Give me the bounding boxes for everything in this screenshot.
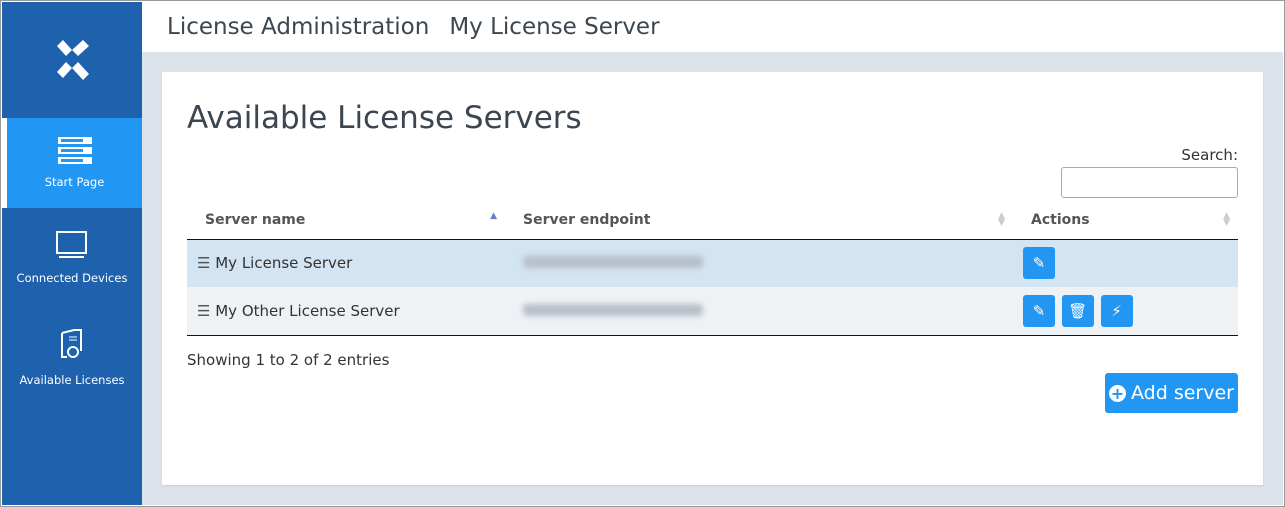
delete-button[interactable]: 🗑 <box>1061 294 1094 327</box>
servers-card: Available License Servers Search: Server… <box>162 72 1263 485</box>
sidebar-item-label: Connected Devices <box>16 271 128 285</box>
header: License Administration My License Server <box>142 2 1283 52</box>
server-endpoint-redacted <box>523 303 703 316</box>
server-endpoint-redacted <box>523 256 703 269</box>
page-title: Available License Servers <box>187 100 582 136</box>
sidebar-item-connected-devices[interactable]: Connected Devices <box>2 208 142 308</box>
content-area: Available License Servers Search: Server… <box>142 52 1283 505</box>
column-header-actions[interactable]: Actions ▲ ▼ <box>1013 202 1238 240</box>
sidebar-item-label: Start Page <box>44 175 105 189</box>
plus-circle-icon: + <box>1109 383 1126 403</box>
server-name: My Other License Server <box>215 301 400 320</box>
sidebar: Start Page Connected Devices Available L… <box>2 2 142 505</box>
column-header-server-endpoint[interactable]: Server endpoint ▲ ▼ <box>505 202 1013 240</box>
search-input[interactable] <box>1061 167 1238 198</box>
logo-icon <box>57 40 89 80</box>
column-header-server-name[interactable]: Server name ▲ <box>187 202 505 240</box>
breadcrumb-page: My License Server <box>449 14 660 40</box>
server-icon <box>57 137 92 164</box>
server-name: My License Server <box>215 254 353 273</box>
sidebar-item-label: Available Licenses <box>19 373 125 387</box>
certificate-icon <box>61 329 82 358</box>
sort-icon: ▲ ▼ <box>998 211 1005 228</box>
server-icon: ☰ <box>197 254 211 273</box>
monitor-icon <box>56 231 87 258</box>
edit-button[interactable]: ✎ <box>1023 247 1055 280</box>
server-icon: ☰ <box>197 301 211 320</box>
table-row[interactable]: ☰ My License Server ✎ <box>187 239 1238 287</box>
app-logo[interactable] <box>2 2 142 118</box>
app-title: License Administration <box>167 14 430 40</box>
servers-table: Server name ▲ Server endpoint ▲ ▼ Actions ▲ ▼… <box>187 202 1238 336</box>
add-server-button[interactable]: + Add server <box>1105 373 1238 413</box>
table-info: Showing 1 to 2 of 2 entries <box>187 351 390 369</box>
table-row[interactable]: ☰ My Other License Server ✎ 🗑 ⚡ <box>187 287 1238 335</box>
sidebar-item-start-page[interactable]: Start Page <box>2 118 142 208</box>
sort-icon: ▲ ▼ <box>1223 211 1230 228</box>
connect-button[interactable]: ⚡ <box>1100 294 1133 327</box>
sidebar-item-available-licenses[interactable]: Available Licenses <box>2 308 142 408</box>
search-label: Search: <box>1181 146 1238 164</box>
sort-asc-icon: ▲ <box>490 211 497 221</box>
edit-button[interactable]: ✎ <box>1023 294 1055 327</box>
